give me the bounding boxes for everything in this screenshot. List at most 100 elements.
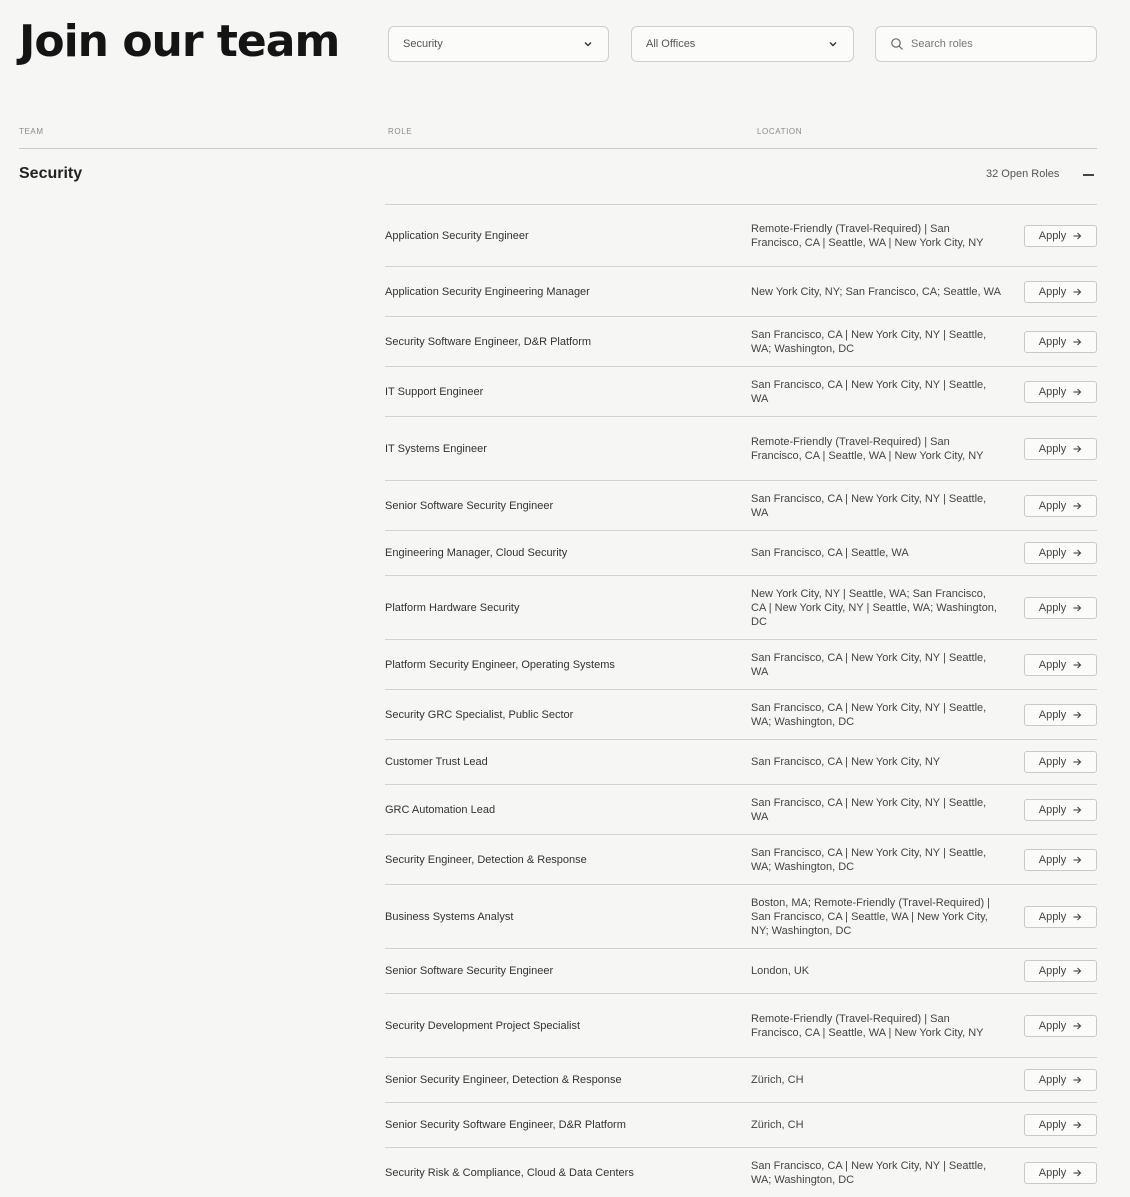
apply-button[interactable]: Apply (1024, 380, 1097, 403)
job-location: Remote-Friendly (Travel-Required) | San … (751, 435, 984, 462)
apply-button[interactable]: Apply (1024, 905, 1097, 928)
job-row: Business Systems Analyst Boston, MA; Remo… (385, 884, 1097, 948)
search-box[interactable] (875, 26, 1097, 62)
apply-button[interactable]: Apply (1024, 437, 1097, 460)
arrow-right-icon (1072, 966, 1082, 976)
arrow-right-icon (1072, 660, 1082, 670)
arrow-right-icon (1072, 603, 1082, 613)
job-location: San Francisco, CA | New York City, NY | … (751, 378, 987, 405)
job-location: San Francisco, CA | New York City, NY | … (751, 796, 987, 823)
apply-button[interactable]: Apply (1024, 751, 1097, 773)
team-group-title: Security (19, 165, 83, 182)
apply-label: Apply (1038, 229, 1067, 242)
arrow-right-icon (1072, 287, 1082, 297)
job-location: Zürich, CH (751, 1119, 804, 1131)
apply-label: Apply (1038, 335, 1067, 348)
job-role-title[interactable]: Platform Hardware Security (385, 602, 751, 614)
apply-label: Apply (1038, 1119, 1067, 1131)
job-role-title[interactable]: Security Engineer, Detection & Response (385, 854, 751, 866)
job-role-title[interactable]: Senior Security Software Engineer, D&R P… (385, 1119, 751, 1131)
apply-button[interactable]: Apply (1024, 1069, 1097, 1091)
apply-button[interactable]: Apply (1024, 330, 1097, 353)
apply-label: Apply (1038, 1019, 1067, 1032)
search-input[interactable] (911, 38, 1071, 50)
job-row: Senior Software Security Engineer San Fra… (385, 480, 1097, 530)
job-row: Customer Trust Lead San Francisco, CA | N… (385, 739, 1097, 784)
team-filter-value: Security (403, 38, 443, 50)
job-row: IT Systems Engineer Remote-Friendly (Trav… (385, 416, 1097, 480)
job-role-title[interactable]: Platform Security Engineer, Operating Sy… (385, 659, 751, 671)
job-row: Senior Software Security Engineer London,… (385, 948, 1097, 993)
team-filter-select[interactable]: Security (388, 26, 609, 62)
job-row: Security Risk & Compliance, Cloud & Data… (385, 1147, 1097, 1197)
job-role-title[interactable]: Senior Software Security Engineer (385, 965, 751, 977)
job-location: San Francisco, CA | New York City, NY | … (751, 492, 987, 519)
job-row: Senior Security Software Engineer, D&R P… (385, 1102, 1097, 1147)
apply-button[interactable]: Apply (1024, 1114, 1097, 1136)
job-row: Security Engineer, Detection & Response S… (385, 834, 1097, 884)
column-header-role: ROLE (388, 127, 413, 136)
apply-button[interactable]: Apply (1024, 596, 1097, 619)
apply-label: Apply (1038, 285, 1067, 298)
job-location: London, UK (751, 965, 810, 977)
job-role-title[interactable]: IT Support Engineer (385, 386, 751, 398)
job-location: San Francisco, CA | New York City, NY (751, 756, 941, 768)
apply-label: Apply (1038, 756, 1067, 768)
job-role-title[interactable]: Application Security Engineer (385, 230, 751, 242)
job-role-title[interactable]: Security Software Engineer, D&R Platform (385, 336, 751, 348)
job-role-title[interactable]: Security Risk & Compliance, Cloud & Data… (385, 1167, 751, 1179)
office-filter-select[interactable]: All Offices (631, 26, 854, 62)
apply-button[interactable]: Apply (1024, 848, 1097, 871)
apply-button[interactable]: Apply (1024, 494, 1097, 517)
job-row: Platform Hardware Security New York City,… (385, 575, 1097, 639)
apply-label: Apply (1038, 853, 1067, 866)
job-location: New York City, NY; San Francisco, CA; Se… (751, 285, 1001, 298)
job-row: IT Support Engineer San Francisco, CA | N… (385, 366, 1097, 416)
apply-label: Apply (1038, 803, 1067, 816)
apply-label: Apply (1038, 658, 1067, 671)
apply-button[interactable]: Apply (1024, 280, 1097, 303)
job-location: San Francisco, CA | New York City, NY | … (751, 846, 987, 873)
job-row: Engineering Manager, Cloud Security San F… (385, 530, 1097, 575)
job-location: New York City, NY | Seattle, WA; San Fra… (751, 587, 997, 628)
arrow-right-icon (1072, 757, 1082, 767)
apply-button[interactable]: Apply (1024, 798, 1097, 821)
job-row: Security GRC Specialist, Public Sector Sa… (385, 689, 1097, 739)
arrow-right-icon (1072, 1075, 1082, 1085)
collapse-toggle-button[interactable] (1081, 168, 1095, 182)
apply-button[interactable]: Apply (1024, 224, 1097, 247)
job-role-title[interactable]: Security Development Project Specialist (385, 1020, 751, 1032)
job-role-title[interactable]: Customer Trust Lead (385, 756, 751, 768)
job-location: San Francisco, CA | Seattle, WA (751, 547, 909, 559)
job-location: Remote-Friendly (Travel-Required) | San … (751, 222, 984, 249)
arrow-right-icon (1072, 710, 1082, 720)
job-role-title[interactable]: Senior Security Engineer, Detection & Re… (385, 1074, 751, 1086)
apply-button[interactable]: Apply (1024, 1014, 1097, 1037)
job-row: GRC Automation Lead San Francisco, CA | N… (385, 784, 1097, 834)
apply-label: Apply (1038, 910, 1067, 923)
job-location: Remote-Friendly (Travel-Required) | San … (751, 1012, 984, 1039)
job-role-title[interactable]: GRC Automation Lead (385, 804, 751, 816)
job-role-title[interactable]: Application Security Engineering Manager (385, 286, 751, 298)
arrow-right-icon (1072, 1168, 1082, 1178)
arrow-right-icon (1072, 501, 1082, 511)
minus-icon (1082, 174, 1094, 176)
column-header-team: TEAM (19, 127, 44, 136)
job-role-title[interactable]: Security GRC Specialist, Public Sector (385, 709, 751, 721)
arrow-right-icon (1072, 1021, 1082, 1031)
job-role-title[interactable]: Engineering Manager, Cloud Security (385, 547, 751, 559)
job-role-title[interactable]: Senior Software Security Engineer (385, 500, 751, 512)
job-role-title[interactable]: IT Systems Engineer (385, 443, 751, 455)
apply-button[interactable]: Apply (1024, 1161, 1097, 1184)
apply-button[interactable]: Apply (1024, 960, 1097, 982)
job-role-title[interactable]: Business Systems Analyst (385, 911, 751, 923)
arrow-right-icon (1072, 805, 1082, 815)
apply-button[interactable]: Apply (1024, 703, 1097, 726)
apply-label: Apply (1038, 1074, 1067, 1086)
open-roles-count: 32 Open Roles (986, 168, 1060, 180)
office-filter-value: All Offices (646, 38, 696, 50)
arrow-right-icon (1072, 548, 1082, 558)
job-list: Application Security Engineer Remote-Frie… (385, 204, 1097, 1197)
apply-button[interactable]: Apply (1024, 653, 1097, 676)
apply-button[interactable]: Apply (1024, 542, 1097, 564)
